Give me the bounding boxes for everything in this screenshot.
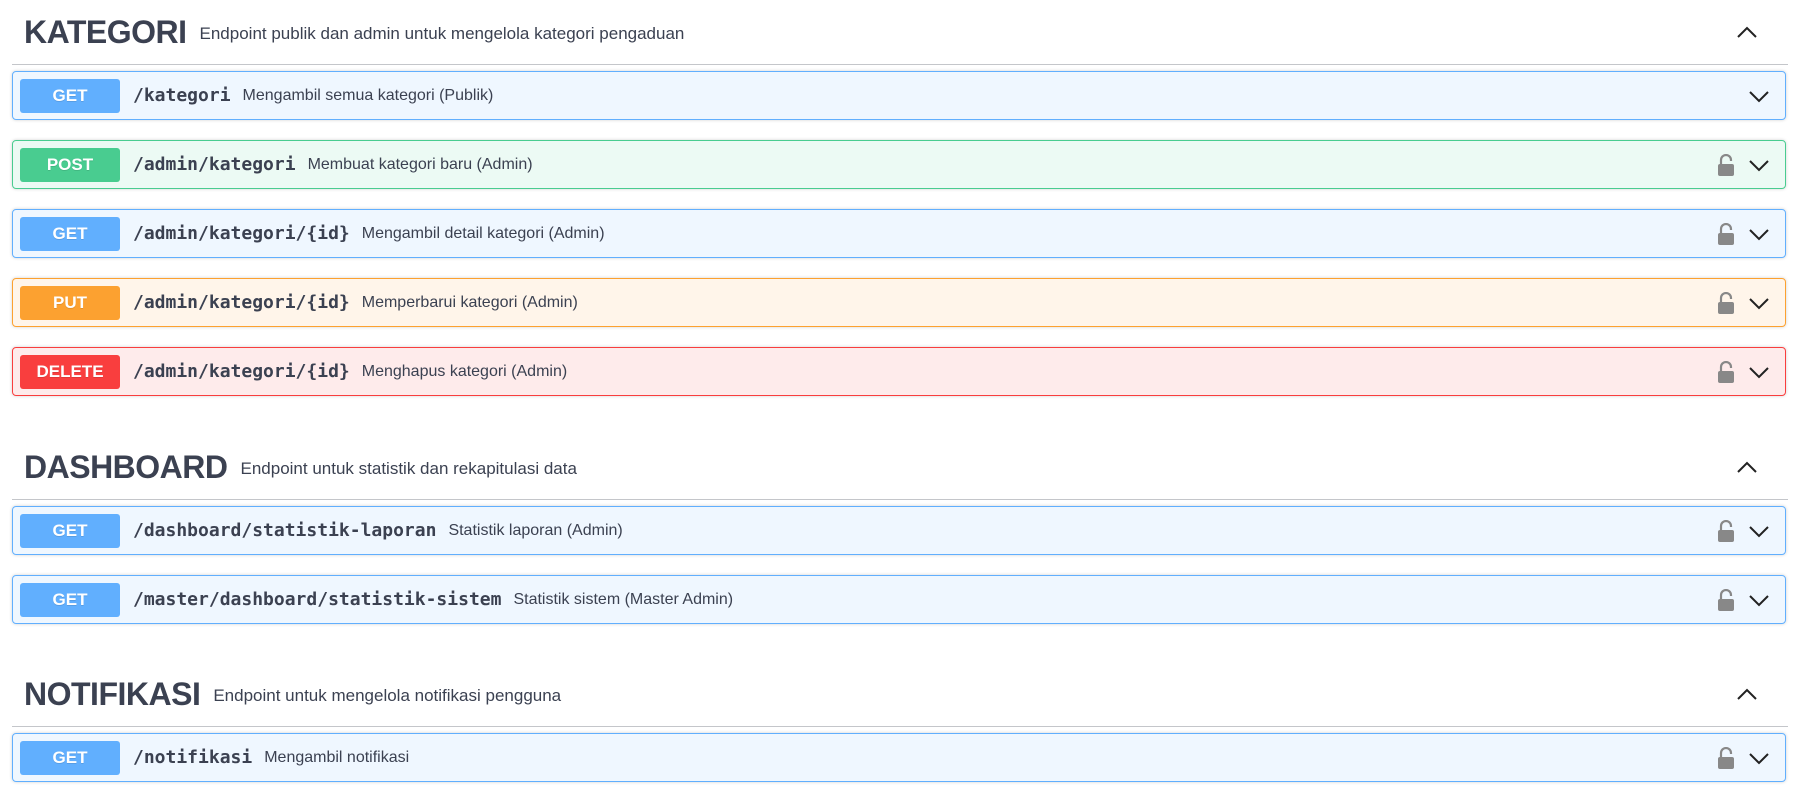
operation-summary: Mengambil notifikasi xyxy=(264,748,410,766)
operation-summary: Statistik laporan (Admin) xyxy=(448,521,623,539)
method-badge: DELETE xyxy=(20,354,120,389)
tag-title: NOTIFIKASI xyxy=(24,675,201,712)
operations-list-dashboard: GET /dashboard/statistik-laporan Statist… xyxy=(12,506,1786,624)
operation-get-notifikasi[interactable]: GET /notifikasi Mengambil notifikasi xyxy=(12,733,1786,782)
method-badge: GET xyxy=(20,216,120,251)
chevron-down-icon[interactable] xyxy=(1745,82,1773,110)
lock-icon[interactable] xyxy=(1715,359,1737,385)
tag-title: DASHBOARD xyxy=(24,448,228,485)
tag-header-kategori[interactable]: KATEGORI Endpoint publik dan admin untuk… xyxy=(12,0,1788,65)
chevron-down-icon[interactable] xyxy=(1745,744,1773,772)
tag-title: KATEGORI xyxy=(24,13,187,50)
tag-description: Endpoint publik dan admin untuk mengelol… xyxy=(199,24,685,43)
operation-path: /notifikasi xyxy=(133,747,253,768)
operation-summary: Mengambil semua kategori (Publik) xyxy=(242,86,494,104)
operation-path: /admin/kategori/{id} xyxy=(133,223,350,244)
method-badge: GET xyxy=(20,582,120,617)
swagger-page: KATEGORI Endpoint publik dan admin untuk… xyxy=(0,0,1800,802)
chevron-up-icon[interactable] xyxy=(1733,18,1761,46)
operation-delete-admin-kategori-id[interactable]: DELETE /admin/kategori/{id} Menghapus ka… xyxy=(12,347,1786,396)
chevron-up-icon[interactable] xyxy=(1733,453,1761,481)
operation-get-kategori[interactable]: GET /kategori Mengambil semua kategori (… xyxy=(12,71,1786,120)
tag-description: Endpoint untuk mengelola notifikasi peng… xyxy=(213,686,562,705)
operation-get-master-dashboard-statistik-sistem[interactable]: GET /master/dashboard/statistik-sistem S… xyxy=(12,575,1786,624)
operation-summary: Statistik sistem (Master Admin) xyxy=(513,590,734,608)
operation-summary: Memperbarui kategori (Admin) xyxy=(361,293,578,311)
method-badge: GET xyxy=(20,513,120,548)
lock-icon[interactable] xyxy=(1715,290,1737,316)
method-badge: PUT xyxy=(20,285,120,320)
operation-get-admin-kategori-id[interactable]: GET /admin/kategori/{id} Mengambil detai… xyxy=(12,209,1786,258)
chevron-down-icon[interactable] xyxy=(1745,289,1773,317)
method-badge: GET xyxy=(20,78,120,113)
method-badge: POST xyxy=(20,147,120,182)
tag-section-dashboard: DASHBOARD Endpoint untuk statistik dan r… xyxy=(0,435,1800,624)
tag-header-dashboard[interactable]: DASHBOARD Endpoint untuk statistik dan r… xyxy=(12,435,1788,500)
operation-path: /master/dashboard/statistik-sistem xyxy=(133,589,502,610)
operation-path: /admin/kategori xyxy=(133,154,296,175)
operation-summary: Membuat kategori baru (Admin) xyxy=(307,155,533,173)
operations-list-kategori: GET /kategori Mengambil semua kategori (… xyxy=(12,71,1786,396)
chevron-down-icon[interactable] xyxy=(1745,586,1773,614)
operation-post-admin-kategori[interactable]: POST /admin/kategori Membuat kategori ba… xyxy=(12,140,1786,189)
chevron-down-icon[interactable] xyxy=(1745,220,1773,248)
chevron-down-icon[interactable] xyxy=(1745,517,1773,545)
chevron-up-icon[interactable] xyxy=(1733,680,1761,708)
method-badge: GET xyxy=(20,740,120,775)
lock-icon[interactable] xyxy=(1715,152,1737,178)
operation-summary: Menghapus kategori (Admin) xyxy=(361,362,568,380)
tag-section-kategori: KATEGORI Endpoint publik dan admin untuk… xyxy=(0,0,1800,396)
chevron-down-icon[interactable] xyxy=(1745,151,1773,179)
operation-path: /dashboard/statistik-laporan xyxy=(133,520,437,541)
tag-header-notifikasi[interactable]: NOTIFIKASI Endpoint untuk mengelola noti… xyxy=(12,662,1788,727)
operation-path: /admin/kategori/{id} xyxy=(133,292,350,313)
operation-path: /admin/kategori/{id} xyxy=(133,361,350,382)
chevron-down-icon[interactable] xyxy=(1745,358,1773,386)
lock-icon[interactable] xyxy=(1715,745,1737,771)
operation-put-admin-kategori-id[interactable]: PUT /admin/kategori/{id} Memperbarui kat… xyxy=(12,278,1786,327)
operations-list-notifikasi: GET /notifikasi Mengambil notifikasi xyxy=(12,733,1786,782)
lock-icon[interactable] xyxy=(1715,518,1737,544)
operation-path: /kategori xyxy=(133,85,231,106)
lock-icon[interactable] xyxy=(1715,587,1737,613)
operation-get-dashboard-statistik-laporan[interactable]: GET /dashboard/statistik-laporan Statist… xyxy=(12,506,1786,555)
operation-summary: Mengambil detail kategori (Admin) xyxy=(361,224,605,242)
tag-section-notifikasi: NOTIFIKASI Endpoint untuk mengelola noti… xyxy=(0,662,1800,782)
lock-icon[interactable] xyxy=(1715,221,1737,247)
tag-description: Endpoint untuk statistik dan rekapitulas… xyxy=(240,459,577,478)
